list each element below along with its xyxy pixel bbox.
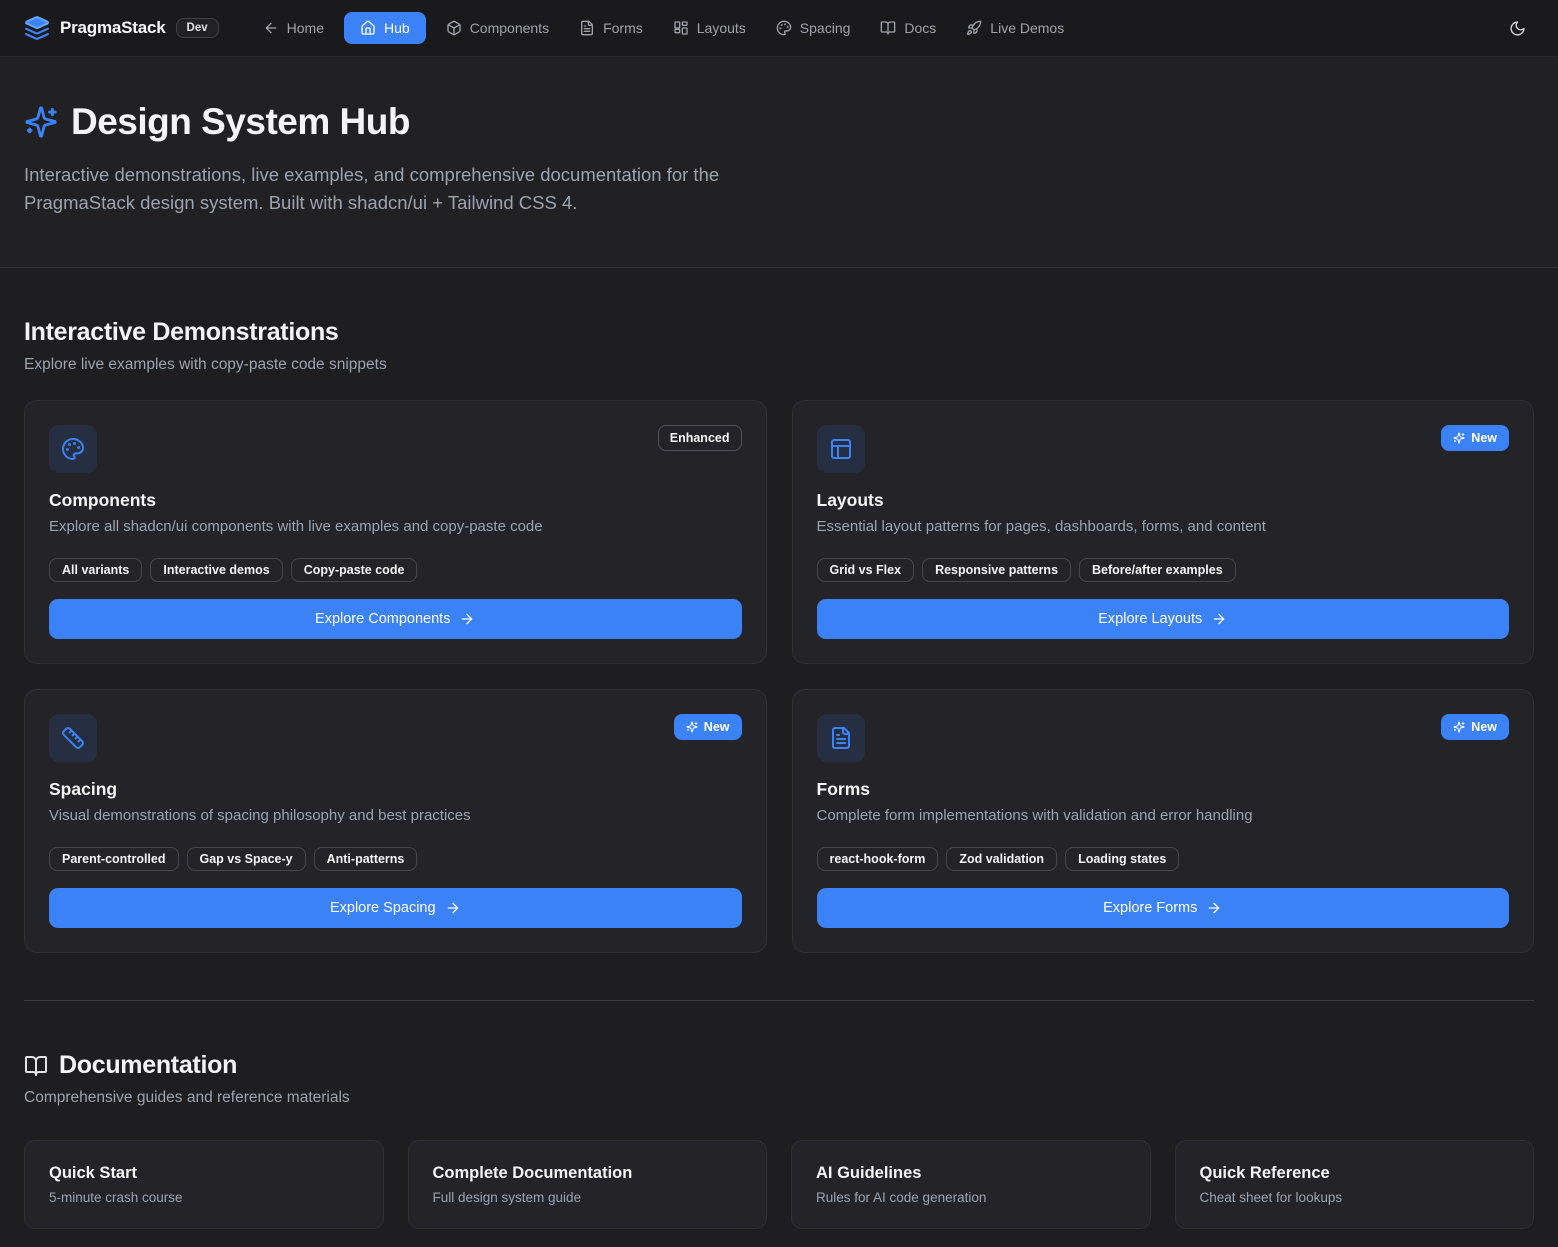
- hero-section: Design System Hub Interactive demonstrat…: [0, 57, 1558, 268]
- tag-row: react-hook-form Zod validation Loading sta…: [817, 847, 1510, 871]
- sparkles-icon: [24, 105, 58, 139]
- arrow-right-icon: [1211, 611, 1227, 627]
- card-description: Essential layout patterns for pages, das…: [817, 518, 1510, 535]
- documentation-heading: Documentation: [59, 1051, 237, 1080]
- arrow-right-icon: [445, 900, 461, 916]
- arrow-right-icon: [459, 611, 475, 627]
- tag-react-hook-form: react-hook-form: [817, 847, 939, 871]
- hero-subtitle: Interactive demonstrations, live example…: [24, 161, 759, 217]
- explore-forms-button[interactable]: Explore Forms: [817, 888, 1510, 928]
- demo-card-spacing: New Spacing Visual demonstrations of spa…: [24, 689, 767, 953]
- doc-card-subtitle: Rules for AI code generation: [816, 1190, 1126, 1205]
- doc-card-ai-guidelines[interactable]: AI Guidelines Rules for AI code generati…: [791, 1140, 1151, 1229]
- panels-top-left-icon: [817, 425, 865, 473]
- demo-card-grid: Enhanced Components Explore all shadcn/u…: [24, 400, 1534, 953]
- demo-card-components: Enhanced Components Explore all shadcn/u…: [24, 400, 767, 664]
- tag-all-variants: All variants: [49, 558, 142, 582]
- doc-card-grid: Quick Start 5-minute crash course Comple…: [24, 1140, 1534, 1229]
- nav-item-layouts[interactable]: Layouts: [663, 12, 756, 44]
- nav-item-forms[interactable]: Forms: [569, 12, 653, 44]
- rocket-icon: [966, 20, 982, 36]
- navbar: PragmaStack Dev Home Hub Components Form…: [0, 0, 1558, 57]
- doc-card-subtitle: Full design system guide: [433, 1190, 743, 1205]
- dev-badge: Dev: [176, 18, 219, 38]
- doc-card-quick-start[interactable]: Quick Start 5-minute crash course: [24, 1140, 384, 1229]
- tag-row: Grid vs Flex Responsive patterns Before/af…: [817, 558, 1510, 582]
- moon-icon: [1509, 20, 1526, 37]
- doc-card-subtitle: Cheat sheet for lookups: [1200, 1190, 1510, 1205]
- main-nav: Home Hub Components Forms Layouts Spacin…: [253, 12, 1075, 44]
- demos-heading: Interactive Demonstrations: [24, 318, 339, 347]
- documentation-section: Documentation Comprehensive guides and r…: [0, 1001, 1558, 1247]
- home-icon: [360, 20, 376, 36]
- card-description: Visual demonstrations of spacing philoso…: [49, 807, 742, 824]
- file-text-icon: [817, 714, 865, 762]
- nav-item-hub[interactable]: Hub: [344, 12, 426, 44]
- tag-copy-paste-code: Copy-paste code: [291, 558, 418, 582]
- nav-item-live-demos[interactable]: Live Demos: [956, 12, 1074, 44]
- doc-card-subtitle: 5-minute crash course: [49, 1190, 359, 1205]
- explore-spacing-button[interactable]: Explore Spacing: [49, 888, 742, 928]
- card-title: Components: [49, 490, 742, 511]
- demos-subheading: Explore live examples with copy-paste co…: [24, 356, 1534, 374]
- book-open-icon: [880, 20, 896, 36]
- demo-card-layouts: New Layouts Essential layout patterns fo…: [792, 400, 1535, 664]
- card-title: Spacing: [49, 779, 742, 800]
- brand-name: PragmaStack: [60, 18, 166, 38]
- palette-icon: [49, 425, 97, 473]
- doc-card-title: Quick Reference: [1200, 1164, 1510, 1183]
- doc-card-complete-documentation[interactable]: Complete Documentation Full design syste…: [408, 1140, 768, 1229]
- doc-card-title: AI Guidelines: [816, 1164, 1126, 1183]
- file-text-icon: [579, 20, 595, 36]
- tag-gap-vs-space-y: Gap vs Space-y: [187, 847, 306, 871]
- layers-icon: [24, 15, 50, 41]
- layout-dashboard-icon: [673, 20, 689, 36]
- arrow-right-icon: [1206, 900, 1222, 916]
- palette-icon: [776, 20, 792, 36]
- new-badge: New: [1441, 425, 1509, 451]
- card-description: Complete form implementations with valid…: [817, 807, 1510, 824]
- book-open-icon: [24, 1054, 48, 1078]
- tag-parent-controlled: Parent-controlled: [49, 847, 179, 871]
- demo-card-forms: New Forms Complete form implementations …: [792, 689, 1535, 953]
- navbar-right: [1501, 12, 1534, 45]
- arrow-left-icon: [263, 20, 279, 36]
- brand[interactable]: PragmaStack Dev: [24, 15, 219, 41]
- nav-item-components[interactable]: Components: [436, 12, 559, 44]
- tag-responsive-patterns: Responsive patterns: [922, 558, 1071, 582]
- tag-row: All variants Interactive demos Copy-paste …: [49, 558, 742, 582]
- card-title: Forms: [817, 779, 1510, 800]
- nav-item-spacing[interactable]: Spacing: [766, 12, 861, 44]
- tag-grid-vs-flex: Grid vs Flex: [817, 558, 915, 582]
- ruler-icon: [49, 714, 97, 762]
- nav-item-docs[interactable]: Docs: [870, 12, 946, 44]
- enhanced-badge: Enhanced: [658, 425, 742, 451]
- new-badge: New: [1441, 714, 1509, 740]
- new-badge: New: [674, 714, 742, 740]
- tag-row: Parent-controlled Gap vs Space-y Anti-patt…: [49, 847, 742, 871]
- tag-interactive-demos: Interactive demos: [150, 558, 282, 582]
- nav-item-home[interactable]: Home: [253, 12, 334, 44]
- box-icon: [446, 20, 462, 36]
- tag-zod-validation: Zod validation: [946, 847, 1057, 871]
- theme-toggle-button[interactable]: [1501, 12, 1534, 45]
- doc-card-title: Quick Start: [49, 1164, 359, 1183]
- explore-layouts-button[interactable]: Explore Layouts: [817, 599, 1510, 639]
- doc-card-quick-reference[interactable]: Quick Reference Cheat sheet for lookups: [1175, 1140, 1535, 1229]
- documentation-subheading: Comprehensive guides and reference mater…: [24, 1089, 1534, 1107]
- page-title: Design System Hub: [71, 101, 410, 143]
- demos-section: Interactive Demonstrations Explore live …: [0, 268, 1558, 953]
- tag-anti-patterns: Anti-patterns: [314, 847, 418, 871]
- explore-components-button[interactable]: Explore Components: [49, 599, 742, 639]
- doc-card-title: Complete Documentation: [433, 1164, 743, 1183]
- tag-loading-states: Loading states: [1065, 847, 1179, 871]
- tag-before-after-examples: Before/after examples: [1079, 558, 1236, 582]
- card-description: Explore all shadcn/ui components with li…: [49, 518, 742, 535]
- card-title: Layouts: [817, 490, 1510, 511]
